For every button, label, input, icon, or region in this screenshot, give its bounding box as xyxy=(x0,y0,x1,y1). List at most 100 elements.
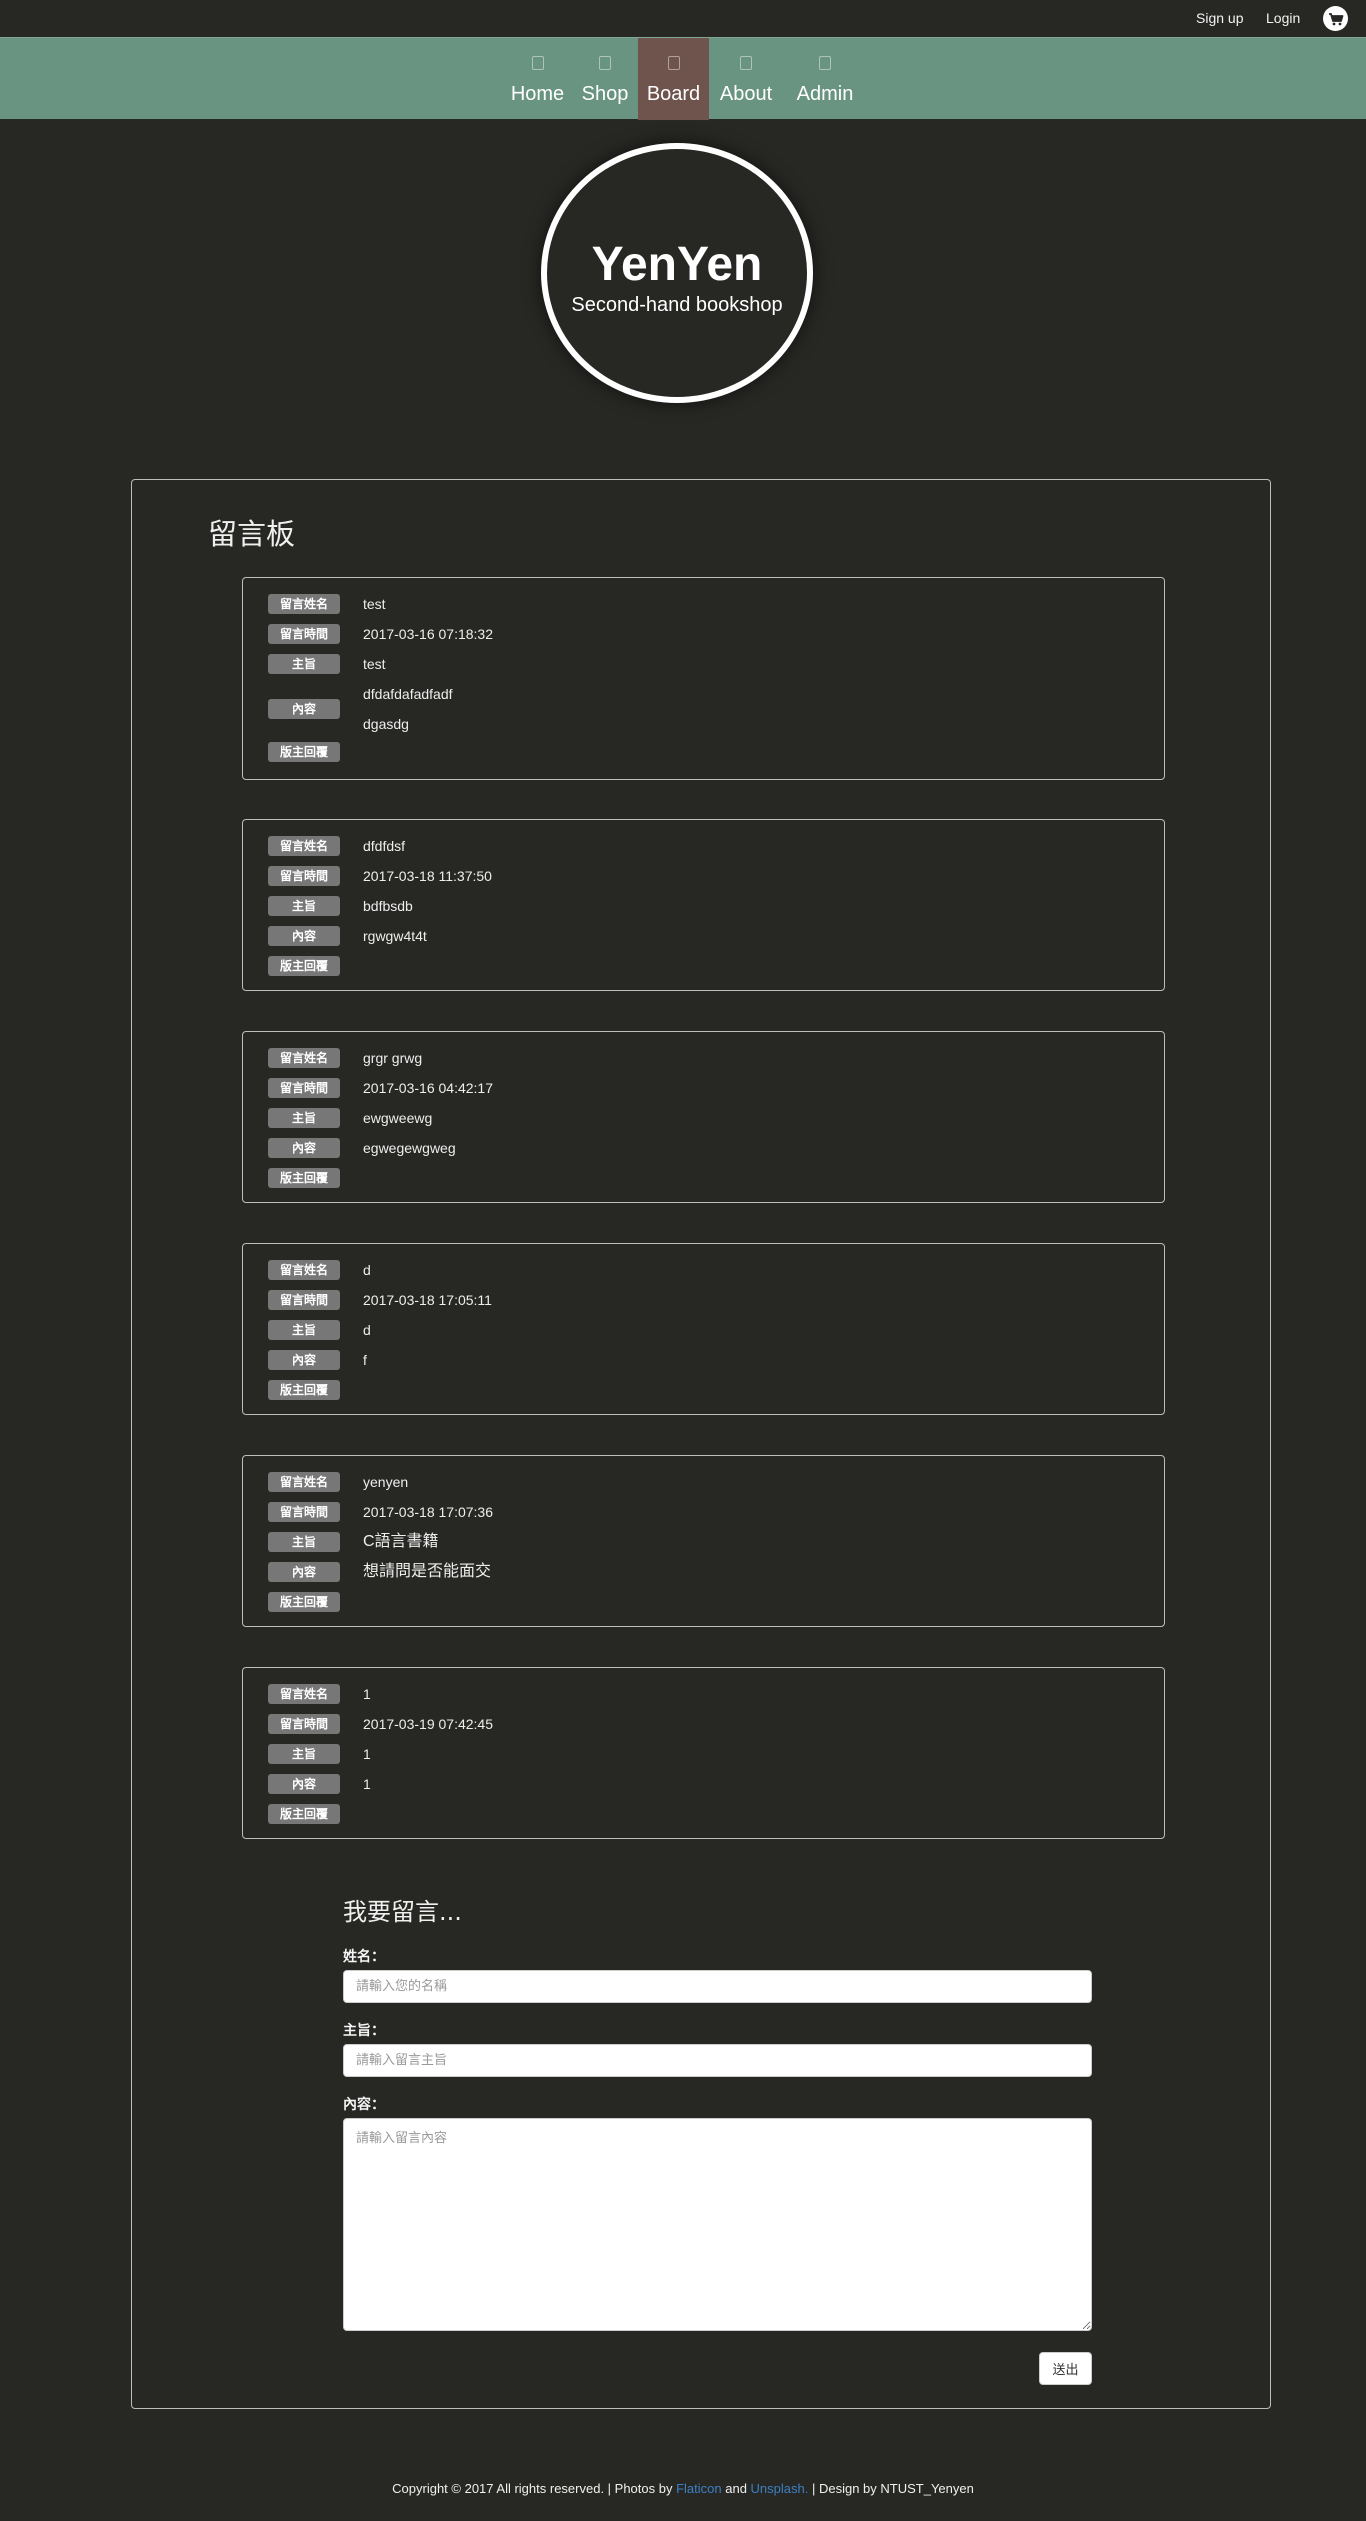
name-label: 留言姓名 xyxy=(268,836,340,856)
time-label: 留言時間 xyxy=(268,624,340,644)
name-input[interactable] xyxy=(343,1970,1092,2003)
reply-label: 版主回覆 xyxy=(268,1804,340,1824)
admin-icon xyxy=(819,56,831,70)
nav-home[interactable]: Home xyxy=(504,38,571,120)
cart-icon xyxy=(1329,13,1344,26)
message-card: 留言姓名 test 留言時間 2017-03-16 07:18:32 主旨 te… xyxy=(242,577,1165,780)
logo-brand: YenYen xyxy=(591,238,763,291)
footer-suffix: | Design by NTUST_Yenyen xyxy=(808,2481,974,2496)
message-subject: 1 xyxy=(363,1746,371,1762)
time-label: 留言時間 xyxy=(268,1502,340,1522)
nav-shop[interactable]: Shop xyxy=(577,38,633,120)
page-title: 留言板 xyxy=(208,517,296,551)
reply-label: 版主回覆 xyxy=(268,742,340,762)
subject-label: 主旨 xyxy=(268,1108,340,1128)
logo-tagline: Second-hand bookshop xyxy=(571,294,783,316)
name-label: 留言姓名 xyxy=(268,594,340,614)
message-content-line: egwegewgweg xyxy=(363,1140,456,1156)
message-time: 2017-03-18 17:07:36 xyxy=(363,1504,493,1520)
message-card: 留言姓名 dfdfdsf 留言時間 2017-03-18 11:37:50 主旨… xyxy=(242,819,1165,991)
content-textarea[interactable] xyxy=(343,2118,1092,2331)
content-label: 內容 xyxy=(268,1562,340,1582)
message-time: 2017-03-18 11:37:50 xyxy=(363,868,492,884)
message-name: test xyxy=(363,596,386,612)
content-label: 內容 xyxy=(268,1138,340,1158)
main-nav: Home Shop Board About Admin xyxy=(0,37,1366,120)
message-name: grgr grwg xyxy=(363,1050,423,1066)
message-name: d xyxy=(363,1262,371,1278)
message-time: 2017-03-16 04:42:17 xyxy=(363,1080,493,1096)
message-card: 留言姓名 grgr grwg 留言時間 2017-03-16 04:42:17 … xyxy=(242,1031,1165,1203)
message-time: 2017-03-16 07:18:32 xyxy=(363,626,493,642)
footer-and: and xyxy=(721,2481,751,2496)
top-bar: Sign up Login xyxy=(0,0,1366,37)
content-label: 內容 xyxy=(268,926,340,946)
message-content-line: dgasdg xyxy=(363,716,409,732)
form-title: 我要留言... xyxy=(343,1898,462,1926)
subject-label: 主旨 xyxy=(268,1532,340,1552)
nav-board[interactable]: Board xyxy=(638,38,709,120)
message-name: dfdfdsf xyxy=(363,838,406,854)
time-label: 留言時間 xyxy=(268,1078,340,1098)
reply-label: 版主回覆 xyxy=(268,1380,340,1400)
content-label: 內容 xyxy=(268,1350,340,1370)
cart-button[interactable] xyxy=(1323,6,1348,31)
name-field-label: 姓名： xyxy=(343,1949,385,1965)
subject-label: 主旨 xyxy=(268,1320,340,1340)
unsplash-link[interactable]: Unsplash. xyxy=(751,2481,809,2496)
message-card: 留言姓名 yenyen 留言時間 2017-03-18 17:07:36 主旨 … xyxy=(242,1455,1165,1627)
nav-admin[interactable]: Admin xyxy=(789,38,861,120)
message-name: yenyen xyxy=(363,1474,409,1490)
time-label: 留言時間 xyxy=(268,1290,340,1310)
login-link[interactable]: Login xyxy=(1266,10,1300,26)
signup-link[interactable]: Sign up xyxy=(1196,10,1243,26)
message-content-line: dfdafdafadfadf xyxy=(363,686,453,702)
message-subject: bdfbsdb xyxy=(363,898,413,914)
name-label: 留言姓名 xyxy=(268,1048,340,1068)
message-time: 2017-03-18 17:05:11 xyxy=(363,1292,492,1308)
flaticon-link[interactable]: Flaticon xyxy=(676,2481,722,2496)
message-card: 留言姓名 1 留言時間 2017-03-19 07:42:45 主旨 1 內容 … xyxy=(242,1667,1165,1839)
message-content-line: 1 xyxy=(363,1776,371,1792)
shop-icon xyxy=(599,56,611,70)
message-content-line: 想請問是否能面交 xyxy=(363,1563,492,1580)
content-label: 內容 xyxy=(268,699,340,719)
submit-button[interactable]: 送出 xyxy=(1039,2352,1092,2385)
name-label: 留言姓名 xyxy=(268,1260,340,1280)
nav-label: About xyxy=(719,83,773,105)
subject-input[interactable] xyxy=(343,2044,1092,2077)
subject-label: 主旨 xyxy=(268,896,340,916)
message-subject: C語言書籍 xyxy=(363,1533,439,1550)
nav-label: Home xyxy=(510,83,565,105)
time-label: 留言時間 xyxy=(268,1714,340,1734)
message-subject: test xyxy=(363,656,386,672)
message-content-line: rgwgw4t4t xyxy=(363,928,427,944)
subject-label: 主旨 xyxy=(268,1744,340,1764)
nav-label: Admin xyxy=(796,83,854,105)
message-time: 2017-03-19 07:42:45 xyxy=(363,1716,493,1732)
home-icon xyxy=(531,56,544,70)
footer: Copyright © 2017 All rights reserved. | … xyxy=(0,2481,1366,2496)
reply-label: 版主回覆 xyxy=(268,1168,340,1188)
reply-label: 版主回覆 xyxy=(268,1592,340,1612)
nav-label: Board xyxy=(646,83,701,105)
board-icon xyxy=(667,56,680,70)
message-name: 1 xyxy=(363,1686,371,1702)
nav-label: Shop xyxy=(581,83,629,105)
content-label: 內容 xyxy=(268,1774,340,1794)
about-icon xyxy=(740,56,752,70)
footer-prefix: Copyright © 2017 All rights reserved. | … xyxy=(392,2481,677,2496)
name-label: 留言姓名 xyxy=(268,1684,340,1704)
message-subject: d xyxy=(363,1322,371,1338)
name-label: 留言姓名 xyxy=(268,1472,340,1492)
time-label: 留言時間 xyxy=(268,866,340,886)
message-subject: ewgweewg xyxy=(363,1110,433,1126)
nav-about[interactable]: About xyxy=(714,38,778,120)
content-field-label: 內容： xyxy=(343,2097,385,2113)
site-logo: YenYen Second-hand bookshop xyxy=(541,143,813,403)
subject-field-label: 主旨： xyxy=(343,2023,385,2039)
reply-label: 版主回覆 xyxy=(268,956,340,976)
message-card: 留言姓名 d 留言時間 2017-03-18 17:05:11 主旨 d 內容 … xyxy=(242,1243,1165,1415)
subject-label: 主旨 xyxy=(268,654,340,674)
message-content-line: f xyxy=(363,1352,367,1368)
